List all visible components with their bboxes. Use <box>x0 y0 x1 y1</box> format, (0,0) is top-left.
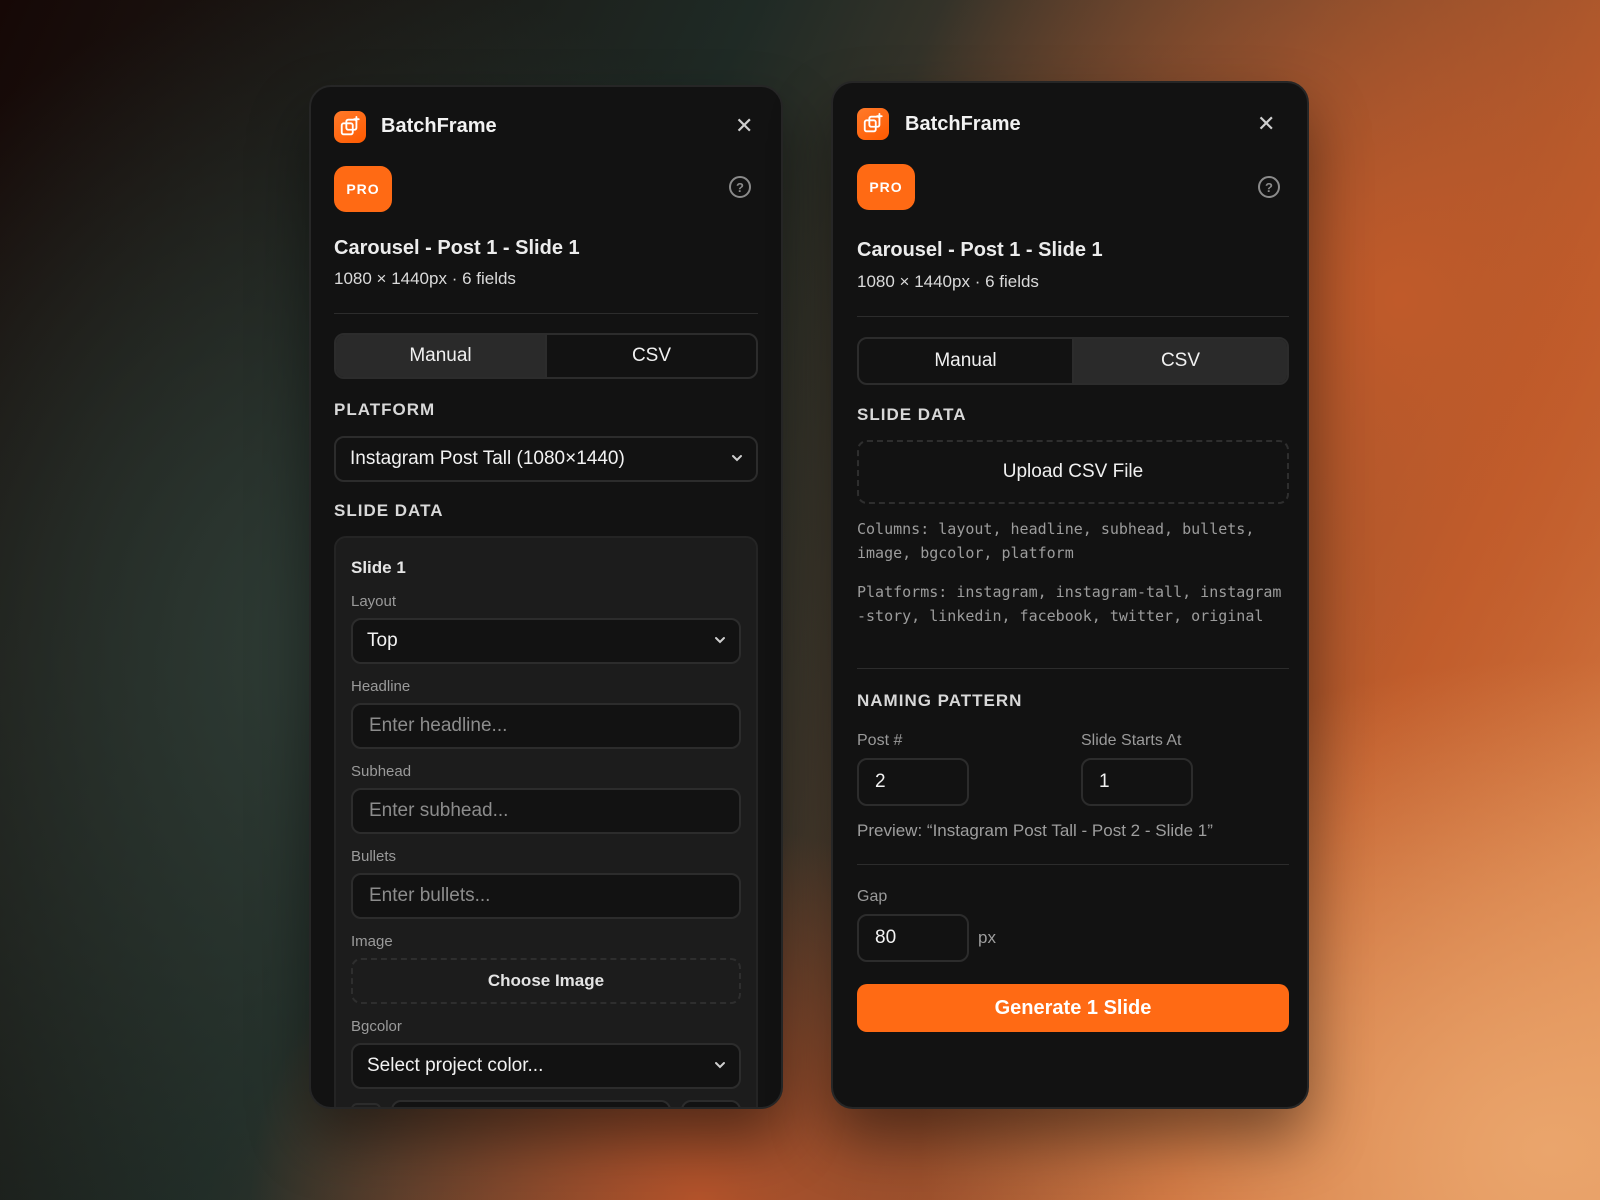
platform-select[interactable]: Instagram Post Tall (1080×1440) <box>334 436 758 482</box>
pro-badge: PRO <box>334 166 392 212</box>
gap-unit: px <box>978 928 996 947</box>
slide-data-label: SLIDE DATA <box>334 501 444 520</box>
subhead-label: Subhead <box>351 763 412 780</box>
csv-platforms-hint: Platforms: instagram, instagram-tall, in… <box>857 583 1282 625</box>
color-clear-button[interactable] <box>681 1100 741 1107</box>
divider <box>334 313 758 314</box>
subhead-input[interactable]: Enter subhead... <box>351 788 741 834</box>
chevron-down-icon <box>713 1058 727 1075</box>
gap-label: Gap <box>857 888 888 905</box>
bgcolor-value: Select project color... <box>367 1055 544 1076</box>
headline-input[interactable]: Enter headline... <box>351 703 741 749</box>
bullets-input[interactable]: Enter bullets... <box>351 873 741 919</box>
choose-image-button[interactable]: Choose Image <box>351 958 741 1004</box>
plugin-panel-manual: BatchFrame ✕ PRO ? Carousel - Post 1 - S… <box>309 85 783 1109</box>
upload-csv-button[interactable]: Upload CSV File <box>857 440 1289 504</box>
divider <box>857 864 1289 865</box>
naming-pattern-label: NAMING PATTERN <box>857 691 1023 710</box>
template-title: Carousel - Post 1 - Slide 1 <box>334 237 580 259</box>
template-meta: 1080 × 1440px · 6 fields <box>857 272 1039 291</box>
post-number-label: Post # <box>857 732 903 749</box>
help-icon[interactable]: ? <box>1258 176 1280 198</box>
batchframe-logo-icon <box>857 108 889 140</box>
tab-manual[interactable]: Manual <box>859 339 1072 383</box>
app-title: BatchFrame <box>905 113 1021 135</box>
app-title: BatchFrame <box>381 115 497 137</box>
slide-title: Slide 1 <box>351 558 406 577</box>
bullets-label: Bullets <box>351 848 397 865</box>
pro-badge: PRO <box>857 164 915 210</box>
generate-button[interactable]: Generate 1 Slide <box>857 984 1289 1032</box>
layout-value: Top <box>367 630 398 651</box>
tab-manual[interactable]: Manual <box>336 335 545 377</box>
color-swatch[interactable] <box>351 1103 381 1107</box>
template-title: Carousel - Post 1 - Slide 1 <box>857 239 1103 261</box>
chevron-down-icon <box>730 451 744 468</box>
bgcolor-label: Bgcolor <box>351 1018 402 1035</box>
close-icon[interactable]: ✕ <box>1257 113 1275 135</box>
post-number-input[interactable]: 2 <box>857 758 969 806</box>
layout-select[interactable]: Top <box>351 618 741 664</box>
platform-value: Instagram Post Tall (1080×1440) <box>350 448 625 469</box>
gap-input[interactable]: 80 <box>857 914 969 962</box>
close-icon[interactable]: ✕ <box>735 115 753 137</box>
divider <box>857 668 1289 669</box>
plugin-panel-csv: BatchFrame ✕ PRO ? Carousel - Post 1 - S… <box>831 81 1309 1109</box>
template-meta: 1080 × 1440px · 6 fields <box>334 269 516 288</box>
headline-label: Headline <box>351 678 411 695</box>
slide-start-input[interactable]: 1 <box>1081 758 1193 806</box>
batchframe-logo-icon <box>334 111 366 143</box>
chevron-down-icon <box>713 633 727 650</box>
mode-tabs: Manual CSV <box>857 337 1289 385</box>
naming-preview: Preview: “Instagram Post Tall - Post 2 -… <box>857 821 1213 840</box>
divider <box>857 316 1289 317</box>
bgcolor-select[interactable]: Select project color... <box>351 1043 741 1089</box>
slide-start-label: Slide Starts At <box>1081 732 1182 749</box>
layout-label: Layout <box>351 593 397 610</box>
slide-data-label: SLIDE DATA <box>857 405 967 424</box>
csv-columns-hint: Columns: layout, headline, subhead, bull… <box>857 520 1255 562</box>
color-hex-input[interactable] <box>391 1100 671 1107</box>
image-label: Image <box>351 933 393 950</box>
tab-csv[interactable]: CSV <box>545 335 756 377</box>
mode-tabs: Manual CSV <box>334 333 758 379</box>
tab-csv[interactable]: CSV <box>1072 339 1287 383</box>
slide-card: Slide 1 Layout Top Headline Enter headli… <box>334 536 758 1107</box>
help-icon[interactable]: ? <box>729 176 751 198</box>
platform-label: PLATFORM <box>334 400 436 419</box>
